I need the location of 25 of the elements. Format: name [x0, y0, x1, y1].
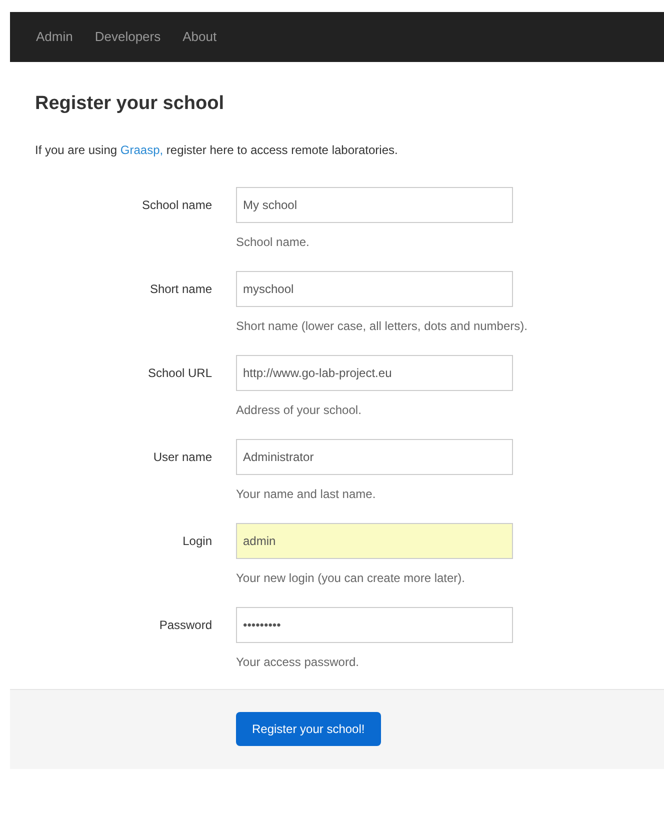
nav-link[interactable]: Admin: [36, 27, 73, 47]
text-field[interactable]: •••••••••: [236, 606, 513, 642]
help-text: Your name and last name.: [236, 486, 377, 502]
text-field[interactable]: My school: [236, 186, 513, 222]
help-text: Your new login (you can create more later).: [236, 570, 466, 586]
text-field[interactable]: Administrator: [236, 438, 513, 474]
page-title: Register your school: [35, 92, 225, 116]
field-label: School name: [142, 196, 212, 214]
field-label: Short name: [150, 280, 212, 298]
nav-link[interactable]: About: [182, 27, 217, 47]
graasp-link[interactable]: Graasp,: [120, 142, 164, 156]
text-field[interactable]: myschool: [236, 270, 513, 306]
text-field[interactable]: admin: [236, 522, 513, 558]
field-label: Password: [159, 616, 212, 634]
field-label: User name: [153, 448, 212, 466]
field-label: Login: [182, 532, 212, 550]
help-text: Your access password.: [236, 654, 360, 670]
help-text: Short name (lower case, all letters, dots and numbers).: [236, 318, 528, 334]
register-button[interactable]: Register your school!: [236, 712, 381, 746]
field-label: School URL: [148, 364, 212, 382]
nav-link[interactable]: Developers: [94, 27, 161, 47]
intro-text: If you are using Graasp, register here to access remote laboratories.: [35, 142, 399, 158]
text-field[interactable]: http://www.go-lab-project.eu: [236, 354, 513, 390]
help-text: Address of your school.: [236, 402, 362, 418]
help-text: School name.: [236, 234, 310, 250]
